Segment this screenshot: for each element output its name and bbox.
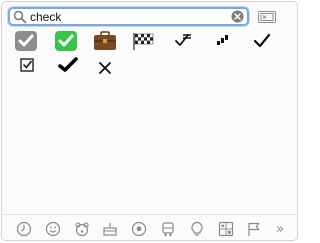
- objects-lightbulb-icon[interactable]: [187, 220, 207, 238]
- flags-icon[interactable]: [244, 220, 264, 238]
- category-tab-bar: »: [2, 216, 297, 242]
- heavy-check-mark-black-icon[interactable]: [55, 53, 81, 77]
- more-categories-button[interactable]: »: [270, 219, 290, 239]
- animals-bear-icon[interactable]: [72, 220, 92, 238]
- tab-bar-divider: [3, 214, 296, 215]
- checkered-flag-icon[interactable]: [130, 29, 156, 53]
- travel-car-icon[interactable]: [158, 220, 178, 238]
- check-mark-with-tick-icon[interactable]: [170, 29, 196, 53]
- ballot-box-with-check-icon[interactable]: [15, 53, 41, 77]
- symbols-icon[interactable]: [216, 220, 236, 238]
- emoji-results-grid: [2, 2, 297, 240]
- smileys-icon[interactable]: [43, 220, 63, 238]
- check-mark-icon[interactable]: [249, 29, 275, 53]
- small-checks-icon[interactable]: [210, 29, 236, 53]
- briefcase-icon[interactable]: [92, 29, 118, 53]
- white-heavy-check-mark-green-icon[interactable]: [53, 29, 79, 53]
- food-cake-icon[interactable]: [100, 220, 120, 238]
- activity-ball-icon[interactable]: [129, 220, 149, 238]
- multiplication-x-icon[interactable]: [92, 55, 118, 79]
- frequently-used-clock-icon[interactable]: [14, 220, 34, 238]
- heavy-check-mark-grey-icon[interactable]: [13, 29, 39, 53]
- emoji-picker-panel: »: [1, 1, 298, 241]
